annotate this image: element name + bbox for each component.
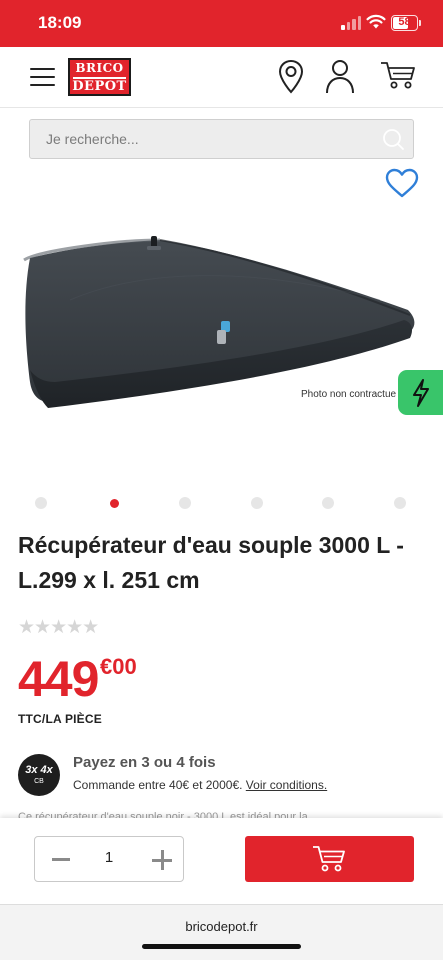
flash-shortcut-button[interactable] (398, 370, 443, 415)
status-time: 18:09 (38, 13, 82, 32)
product-price: 449 €00 (18, 651, 137, 707)
conditions-link[interactable]: Voir conditions. (246, 778, 327, 792)
price-integer: 449 (18, 651, 99, 707)
installment-badge-icon: 3x 4x CB (18, 754, 60, 796)
battery-level: 58 (398, 16, 411, 28)
wifi-icon (366, 14, 386, 29)
add-to-cart-button[interactable] (245, 836, 414, 882)
user-icon[interactable] (325, 59, 355, 95)
carousel-dot-active[interactable] (109, 498, 119, 508)
cellular-signal-icon (341, 16, 361, 30)
page-url[interactable]: bricodepot.fr (0, 919, 443, 934)
search-bar (0, 107, 443, 170)
search-box (29, 119, 414, 159)
lightning-icon (413, 379, 429, 407)
product-title: Récupérateur d'eau souple 3000 L - L.299… (18, 532, 404, 593)
installment-subtitle: Commande entre 40€ et 2000€. Voir condit… (73, 778, 328, 792)
favorite-heart-icon[interactable] (384, 168, 420, 200)
rating-stars[interactable]: ★★★★★ (18, 616, 99, 639)
price-cents: €00 (100, 654, 137, 679)
image-caption: Photo non contractue (301, 389, 397, 400)
product-description: Ce récupérateur d'eau souple noir - 3000… (18, 811, 308, 818)
quantity-stepper: 1 (34, 836, 184, 882)
status-bar: 18:09 58 (0, 0, 443, 47)
brico-depot-logo[interactable]: BRICO DEPOT (68, 58, 131, 96)
installment-title: Payez en 3 ou 4 fois (73, 754, 216, 771)
add-to-cart-bar: 1 (0, 818, 443, 904)
battery-icon: 58 (391, 15, 418, 31)
home-indicator[interactable] (142, 944, 301, 949)
installment-payment-info[interactable]: 3x 4x CB Payez en 3 ou 4 fois Commande e… (18, 752, 428, 802)
price-unit: TTC/LA PIÈCE (18, 712, 102, 726)
carousel-dot[interactable] (179, 497, 191, 509)
carousel-dot[interactable] (394, 497, 406, 509)
carousel-dot[interactable] (251, 497, 263, 509)
site-header: BRICO DEPOT (0, 47, 443, 107)
decrease-quantity-button[interactable] (52, 858, 70, 861)
location-pin-icon[interactable] (278, 59, 304, 95)
search-input[interactable] (30, 120, 370, 158)
carousel-dot[interactable] (35, 497, 47, 509)
product-image[interactable] (0, 170, 443, 480)
menu-icon[interactable] (30, 68, 55, 87)
cart-icon (313, 846, 345, 872)
cart-icon[interactable] (380, 61, 416, 91)
carousel-dot[interactable] (322, 497, 334, 509)
quantity-value[interactable]: 1 (85, 849, 133, 866)
browser-address-bar[interactable]: bricodepot.fr (0, 904, 443, 960)
increase-quantity-button[interactable] (152, 850, 172, 870)
carousel-dots (0, 496, 443, 510)
search-icon[interactable] (381, 128, 405, 152)
